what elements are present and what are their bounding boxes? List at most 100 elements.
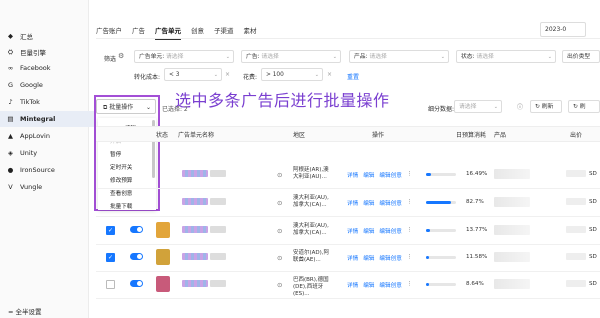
action-link[interactable]: 编辑 (363, 254, 374, 262)
action-link[interactable]: 编辑 (363, 227, 374, 235)
action-link[interactable]: 编辑 (363, 281, 374, 289)
sidebar: ◆ 汇总 ⛭ 巨量引擎 ∞ Facebook G Google ♪ TikTok ▤ Mintegra… (0, 0, 94, 318)
filter-status[interactable]: 状态: 请选择 ⌄ (456, 50, 556, 63)
action-link[interactable]: 详情 (347, 199, 358, 207)
ad-unit-name-blur (182, 198, 208, 205)
row-actions: 详情 编辑 编辑创意 ⋮ (347, 171, 412, 179)
clock-icon[interactable]: ⊙ (277, 227, 282, 235)
sidebar-item-applovin[interactable]: ▲ AppLovin (6, 128, 86, 144)
more-icon[interactable]: ⋮ (407, 281, 413, 289)
reset-link[interactable]: 重置 (347, 72, 359, 81)
annotation-text: 选中多条广告后进行批量操作 (175, 91, 390, 110)
sidebar-item-mintegral[interactable]: ▤ Mintegral (0, 111, 94, 127)
close-icon[interactable]: × (327, 71, 332, 78)
more-icon[interactable]: ⋮ (407, 254, 413, 262)
ad-unit-id-blur (210, 253, 226, 260)
sidebar-item-vungle[interactable]: V Vungle (6, 179, 86, 195)
bid-currency: SD (589, 199, 597, 205)
action-link[interactable]: 编辑创意 (379, 281, 401, 289)
header-budget: 日预算消耗 (456, 132, 487, 139)
status-toggle[interactable] (130, 226, 143, 233)
settings-icon[interactable]: ⚙ (118, 52, 124, 60)
sidebar-item-label: Google (20, 81, 43, 89)
filter-cpa-value[interactable]: < 3 ⌄ (164, 68, 222, 81)
budget-progress-bar (426, 173, 456, 176)
filter-spend-text: > 100 (266, 72, 284, 78)
chevron-down-icon: ⌄ (332, 54, 337, 60)
product-blur (494, 225, 530, 235)
action-link[interactable]: 编辑创意 (379, 254, 401, 262)
refresh-label: 刷新 (541, 104, 554, 110)
budget-progress-bar (426, 283, 456, 286)
bid-currency: SD (589, 254, 597, 260)
clock-icon[interactable]: ⊙ (277, 281, 282, 289)
status-toggle[interactable] (130, 253, 143, 260)
refresh-button[interactable]: ↻ 刷新 (530, 100, 562, 113)
clock-icon[interactable]: ⊙ (277, 199, 282, 207)
action-link[interactable]: 详情 (347, 171, 358, 179)
action-link[interactable]: 编辑 (363, 199, 374, 207)
meta-icon: ∞ (7, 64, 14, 72)
action-link[interactable]: 编辑 (363, 171, 374, 179)
sidebar-item-google[interactable]: G Google (6, 77, 86, 93)
table-row: ⊙ 巴西(BR),德国(DE),西班牙(ES)... 详情 编辑 编辑创意 ⋮ 8.64% S… (96, 271, 600, 299)
more-icon[interactable]: ⋮ (407, 227, 413, 235)
help-icon[interactable]: ⓘ (517, 102, 523, 111)
action-link[interactable]: 编辑创意 (379, 199, 401, 207)
budget-progress-bar (426, 229, 456, 232)
sidebar-item-tiktok[interactable]: ♪ TikTok (6, 94, 86, 110)
action-link[interactable]: 详情 (347, 227, 358, 235)
chevron-down-icon: ⌄ (213, 72, 218, 78)
row-checkbox[interactable]: ✓ (106, 253, 115, 262)
budget-percent: 11.58% (466, 254, 488, 260)
batch-operation-button[interactable]: ⧉ 批量操作 ⌄ (96, 99, 156, 114)
sidebar-item-label: Mintegral (20, 115, 56, 123)
filter-bid-type[interactable]: 出价类型 (562, 50, 600, 63)
region-cell: 澳大利亚(AU),加拿大(CA)... (293, 223, 329, 236)
sidebar-item-[interactable]: ◆ 汇总 (6, 28, 86, 44)
refresh-icon: ↻ (535, 104, 540, 110)
table-row: ✓ ⊙ 安道尔(AD),阿联酋(AE)... 详情 编辑 编辑创意 ⋮ 11.58% SD (96, 244, 600, 272)
filter-cpa-label: 转化成本: (134, 74, 161, 81)
row-actions: 详情 编辑 编辑创意 ⋮ (347, 227, 412, 235)
chevron-down-icon: ⌄ (225, 54, 230, 60)
action-link[interactable]: 详情 (347, 281, 358, 289)
filter-ad-unit[interactable]: 广告单元: 请选择 ⌄ (134, 50, 234, 63)
region-cell: 阿根廷(AR),澳大利亚(AU)... (293, 167, 329, 180)
more-button[interactable]: ↻ 刷 (568, 100, 600, 113)
close-icon[interactable]: × (225, 71, 230, 78)
filter-product[interactable]: 产品: 请选择 ⌄ (349, 50, 449, 63)
sidebar-item-ironsource[interactable]: ● IronSource (6, 162, 86, 178)
clock-icon[interactable]: ⊙ (277, 254, 282, 262)
sidebar-item-label: 汇总 (20, 33, 33, 41)
more-icon[interactable]: ⋮ (407, 199, 413, 207)
sidebar-item-[interactable]: ⛭ 巨量引擎 (6, 44, 86, 60)
ad-unit-thumbnail (156, 222, 170, 238)
action-link[interactable]: 编辑创意 (379, 227, 401, 235)
sidebar-item-unity[interactable]: ◈ Unity (6, 145, 86, 161)
sidebar-item-facebook[interactable]: ∞ Facebook (6, 60, 86, 76)
clock-icon[interactable]: ⊙ (277, 171, 282, 179)
ad-unit-name-blur (182, 170, 208, 177)
status-toggle[interactable] (130, 280, 143, 287)
sidebar-item-label: Facebook (20, 64, 51, 72)
row-checkbox[interactable] (106, 280, 115, 289)
ad-unit-id-blur (210, 170, 226, 177)
segment-select[interactable]: 请选择 ⌄ (454, 100, 502, 113)
sidebar-footer[interactable]: = 全半设置 (8, 306, 42, 316)
filter-spend-value[interactable]: > 100 ⌄ (261, 68, 323, 81)
ad-unit-id-blur (210, 198, 226, 205)
date-range-select[interactable]: 2023-0 (540, 22, 586, 37)
row-checkbox[interactable]: ✓ (106, 226, 115, 235)
budget-progress-fill (426, 173, 431, 176)
action-link[interactable]: 详情 (347, 254, 358, 262)
unity-icon: ◈ (8, 149, 13, 157)
filter-ad[interactable]: 广告: 请选择 ⌄ (241, 50, 341, 63)
action-link[interactable]: 编辑创意 (379, 171, 401, 179)
menu-item[interactable]: 暂停 (110, 150, 121, 158)
engine-icon: ⛭ (7, 47, 14, 56)
more-icon[interactable]: ⋮ (407, 171, 413, 179)
segment-label: 细分数据: (428, 106, 455, 113)
filter-ad-placeholder: 请选择 (261, 54, 279, 60)
bid-blur (566, 280, 586, 287)
